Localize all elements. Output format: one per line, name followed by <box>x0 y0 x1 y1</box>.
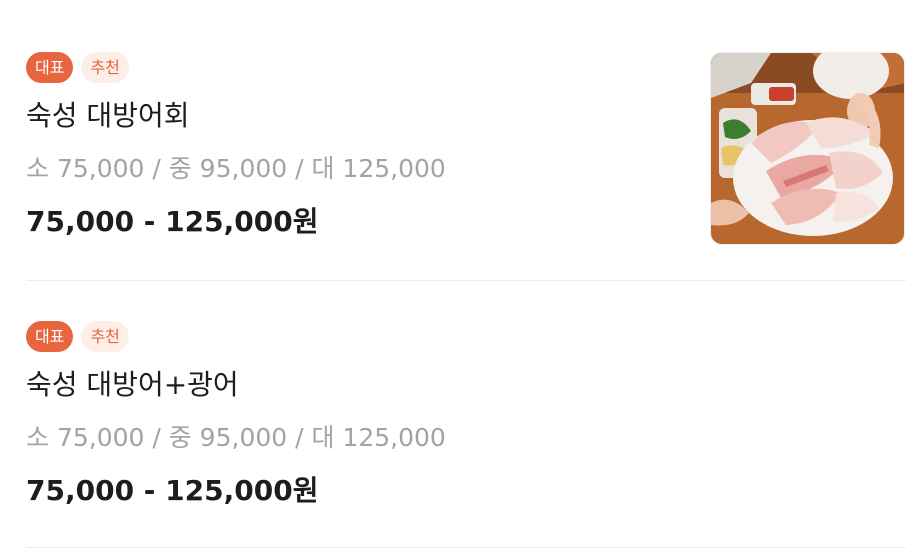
signature-badge: 대표 <box>26 321 74 352</box>
recommended-badge: 추천 <box>81 52 129 83</box>
menu-item-name: 숙성 대방어회 <box>26 99 190 132</box>
menu-item-size-prices: 소 75,000 / 중 95,000 / 대 125,000 <box>26 154 446 183</box>
sashimi-platter-image <box>711 53 904 244</box>
menu-item-photo[interactable] <box>710 52 905 245</box>
menu-item[interactable]: 대표 추천 숙성 대방어+광어 소 75,000 / 중 95,000 / 대 … <box>26 321 906 548</box>
badge-group: 대표 추천 <box>26 52 129 83</box>
divider <box>26 547 906 548</box>
divider <box>26 280 906 281</box>
menu-item-price-range: 75,000 - 125,000원 <box>26 474 319 507</box>
signature-badge: 대표 <box>26 52 74 83</box>
badge-group: 대표 추천 <box>26 321 129 352</box>
menu-item-name: 숙성 대방어+광어 <box>26 368 239 401</box>
recommended-badge: 추천 <box>81 321 129 352</box>
menu-item-price-range: 75,000 - 125,000원 <box>26 205 319 238</box>
menu-item-size-prices: 소 75,000 / 중 95,000 / 대 125,000 <box>26 423 446 452</box>
